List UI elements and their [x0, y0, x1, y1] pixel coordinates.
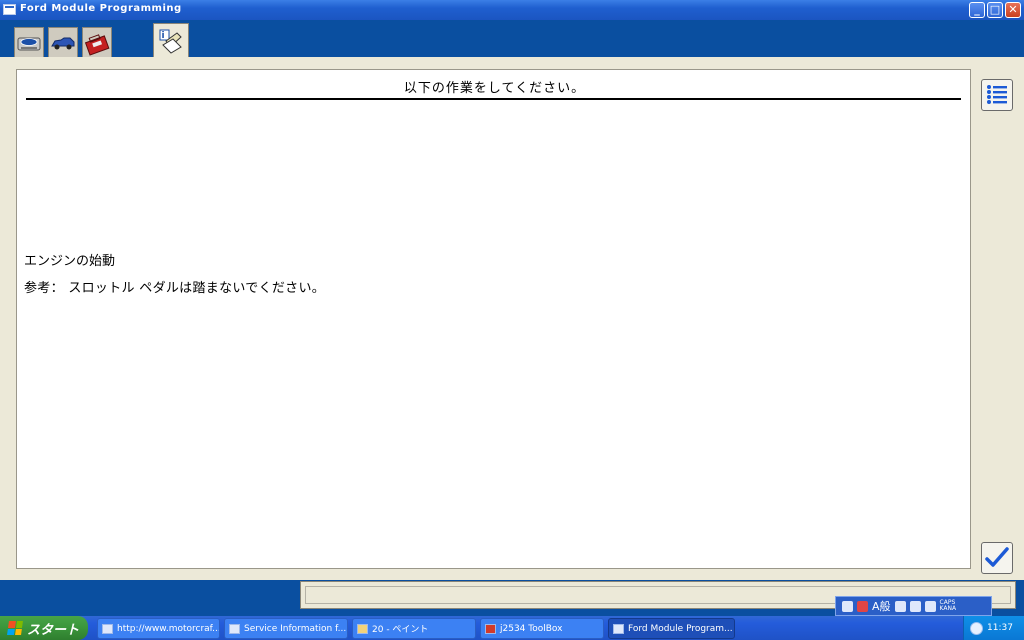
taskbar-item-ford-module-programming[interactable]: Ford Module Program...: [608, 618, 735, 639]
window-title: Ford Module Programming: [20, 3, 182, 14]
taskbar-item-service-info[interactable]: Service Information f...: [224, 618, 348, 639]
dictionary-icon[interactable]: [894, 600, 906, 612]
instruction-panel: 以下の作業をしてください。 エンジンの始動 参考： スロットル ペダルは踏まない…: [16, 69, 971, 569]
minimize-button[interactable]: _: [969, 2, 985, 18]
start-label: スタート: [27, 622, 80, 638]
language-bar[interactable]: A般 CAPS KANA: [835, 596, 992, 616]
tray-arrow-icon[interactable]: [970, 621, 983, 635]
browser-icon: [102, 623, 113, 634]
task-label: Ford Module Program...: [628, 623, 733, 634]
tools-icon[interactable]: [909, 600, 921, 612]
info-pointer-icon: i: [159, 29, 182, 54]
task-label: http://www.motorcraf...: [117, 623, 220, 634]
toolbar: i: [0, 20, 1024, 57]
toolbox-icon: [84, 33, 110, 56]
close-button[interactable]: ✕: [1005, 2, 1021, 18]
instruction-step: エンジンの始動: [24, 254, 116, 269]
vehicle-tab[interactable]: [48, 27, 78, 57]
paint-icon: [357, 623, 368, 634]
list-icon: [987, 85, 1007, 104]
ime-icon[interactable]: [857, 600, 868, 612]
title-divider: [26, 98, 961, 100]
system-tray: 11:37: [963, 616, 1024, 640]
help-icon[interactable]: [924, 600, 936, 612]
car-icon: [51, 37, 75, 49]
svg-text:i: i: [162, 31, 165, 41]
check-icon: [985, 547, 1009, 567]
taskbar-item-paint[interactable]: 20 - ペイント: [352, 618, 476, 639]
windows-flag-icon: [7, 621, 23, 635]
confirm-button[interactable]: [981, 542, 1013, 574]
lock-indicators: CAPS KANA: [940, 600, 957, 612]
list-button[interactable]: [981, 79, 1013, 111]
vehicle-id-tab[interactable]: [14, 27, 44, 57]
ford-badge-icon: [17, 37, 41, 50]
start-button[interactable]: スタート: [0, 616, 88, 640]
instruction-note: 参考： スロットル ペダルは踏まないでください。: [24, 281, 326, 296]
app-window-icon: [3, 4, 16, 15]
panel-title: 以下の作業をしてください。: [403, 81, 586, 96]
taskbar: スタート http://www.motorcraf... Service Inf…: [0, 616, 1024, 640]
kana-indicator: KANA: [939, 605, 957, 612]
document-icon: [229, 623, 240, 634]
app-window-icon: [613, 623, 624, 634]
title-bar: Ford Module Programming _ □ ✕: [0, 0, 1024, 20]
toolbox-tab[interactable]: [82, 27, 112, 57]
task-label: 20 - ペイント: [372, 625, 429, 635]
toolbox-app-icon: [485, 623, 496, 634]
taskbar-item-browser[interactable]: http://www.motorcraf...: [97, 618, 220, 639]
keyboard-icon[interactable]: [842, 600, 853, 612]
taskbar-item-toolbox[interactable]: j2534 ToolBox: [480, 618, 604, 639]
input-mode-label[interactable]: A般: [872, 598, 891, 614]
client-area: 以下の作業をしてください。 エンジンの始動 参考： スロットル ペダルは踏まない…: [0, 57, 1024, 580]
info-tab[interactable]: i: [153, 23, 189, 57]
task-label: j2534 ToolBox: [500, 623, 563, 634]
maximize-button[interactable]: □: [987, 2, 1003, 18]
clock[interactable]: 11:37: [987, 623, 1013, 633]
task-label: Service Information f...: [244, 623, 347, 634]
